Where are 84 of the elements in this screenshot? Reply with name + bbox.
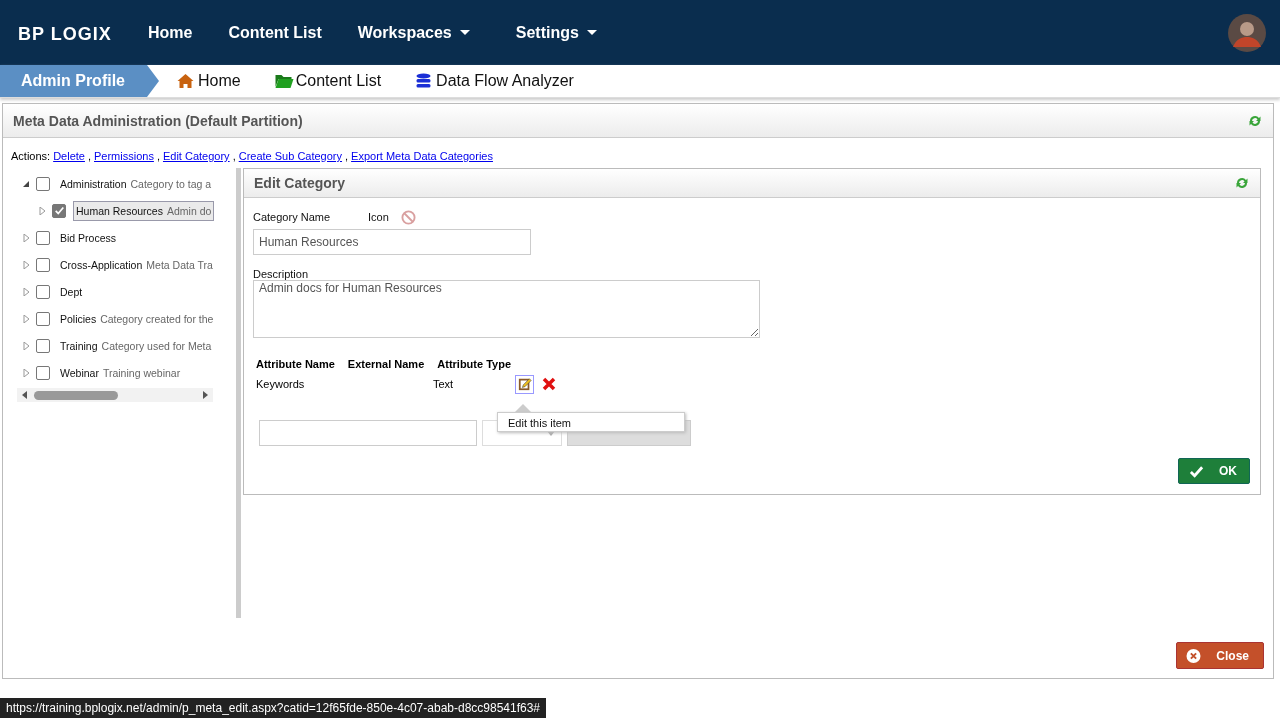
- expand-icon[interactable]: [23, 287, 30, 296]
- expand-icon[interactable]: [23, 368, 30, 377]
- name-field[interactable]: Human Resources: [253, 229, 531, 255]
- separator: ,: [156, 150, 160, 162]
- item-description: Meta Data Tra: [146, 258, 213, 271]
- caret-icon[interactable]: [586, 30, 597, 35]
- column-header: Attribute Type: [437, 358, 512, 370]
- folder-icon: [274, 73, 294, 89]
- item-description: Training webinar: [102, 366, 181, 379]
- delete-icon[interactable]: [542, 377, 556, 391]
- tree-item[interactable]: Human Resources Admin do: [73, 200, 215, 221]
- action-link[interactable]: Export Meta Data Categories: [351, 150, 493, 162]
- nav-link[interactable]: Home: [148, 23, 193, 42]
- house-icon: [177, 73, 196, 89]
- checkbox[interactable]: [36, 176, 50, 191]
- column-header: External Name: [347, 358, 425, 370]
- horizontal-scrollbar[interactable]: [17, 388, 213, 402]
- field-label: Description: [253, 268, 310, 280]
- expand-icon[interactable]: [23, 233, 30, 242]
- checkbox[interactable]: [36, 257, 50, 272]
- ok-button[interactable]: OK: [1178, 458, 1250, 484]
- item-description: Category to tag a: [130, 177, 212, 190]
- close-icon: [1186, 648, 1201, 663]
- expand-icon[interactable]: [23, 341, 30, 350]
- breadcrumb-link[interactable]: Home: [177, 72, 241, 90]
- breadcrumb-link[interactable]: Content List: [274, 72, 382, 90]
- action-link[interactable]: Delete: [53, 150, 85, 162]
- caret-icon[interactable]: [459, 30, 470, 35]
- tree-item[interactable]: Training Category used for Meta: [57, 335, 215, 356]
- expand-icon[interactable]: [23, 314, 30, 323]
- item-description: Category created for the: [100, 312, 214, 325]
- logo[interactable]: BP LOGIX: [18, 24, 130, 45]
- action-link[interactable]: Permissions: [94, 150, 154, 162]
- checkbox[interactable]: [36, 311, 50, 326]
- table-cell-text: Text: [433, 378, 455, 390]
- field-label: Icon: [368, 211, 389, 223]
- item-name: Training: [60, 339, 98, 352]
- checkbox[interactable]: [36, 365, 50, 380]
- action-link[interactable]: Edit Category: [162, 150, 230, 162]
- tree-item[interactable]: Policies Category created for the: [57, 308, 217, 329]
- item-description: Admin do: [166, 204, 212, 217]
- table-cell-text: Keywords: [256, 378, 306, 390]
- column-header: Attribute Name: [256, 358, 335, 370]
- checkmark-icon: [1189, 464, 1204, 478]
- panel-title: Meta Data Administration (Default Partition): [13, 112, 304, 129]
- tooltip: Edit this item: [497, 412, 685, 432]
- notepad-pencil-icon: [517, 377, 532, 391]
- tree-item[interactable]: Administration Category to tag a: [57, 173, 215, 194]
- scroll-left-icon[interactable]: [22, 391, 27, 399]
- expand-icon[interactable]: [23, 260, 30, 269]
- attribute-name-field[interactable]: [259, 420, 477, 446]
- separator: ,: [87, 150, 91, 162]
- checkbox[interactable]: [36, 338, 50, 353]
- panel-title: Edit Category: [254, 175, 346, 191]
- field-label: Category Name: [253, 211, 331, 223]
- nav-link[interactable]: Settings: [515, 23, 597, 42]
- item-name: Policies: [60, 312, 97, 325]
- checkbox[interactable]: [52, 203, 66, 218]
- tree-item[interactable]: Cross-Application Meta Data Tra: [57, 254, 216, 275]
- checkbox[interactable]: [36, 230, 50, 245]
- close-button[interactable]: Close: [1176, 642, 1264, 669]
- nav-link[interactable]: Workspaces: [357, 23, 470, 42]
- breadcrumb-link[interactable]: Data Flow Analyzer: [415, 72, 574, 90]
- item-name: Cross-Application: [60, 258, 143, 271]
- nav-link[interactable]: Content List: [228, 23, 322, 42]
- scroll-right-icon[interactable]: [203, 391, 208, 399]
- separator: ,: [232, 150, 236, 162]
- item-name: Human Resources: [76, 204, 163, 217]
- checkbox[interactable]: [36, 284, 50, 299]
- status-url: https://training.bplogix.net/admin/p_meta_edit.aspx?catid=12f65fde-850e-4c07-abab-d8cc98541f63#: [0, 698, 547, 718]
- avatar[interactable]: [1228, 13, 1266, 52]
- separator: ,: [345, 150, 349, 162]
- item-name: Administration: [60, 177, 127, 190]
- item-description: Category used for Meta: [101, 339, 212, 352]
- tree-item[interactable]: Webinar Training webinar: [57, 362, 184, 383]
- actions-label: Actions:: [11, 150, 51, 162]
- edit-button[interactable]: [515, 374, 534, 394]
- refresh-icon[interactable]: [1234, 175, 1250, 191]
- expand-icon[interactable]: [39, 206, 46, 215]
- check-icon: [53, 205, 65, 216]
- collapse-icon[interactable]: [23, 179, 30, 188]
- item-name: Webinar: [60, 366, 99, 379]
- action-link[interactable]: Create Sub Category: [238, 150, 343, 162]
- description-field[interactable]: Admin docs for Human Resources: [253, 280, 760, 338]
